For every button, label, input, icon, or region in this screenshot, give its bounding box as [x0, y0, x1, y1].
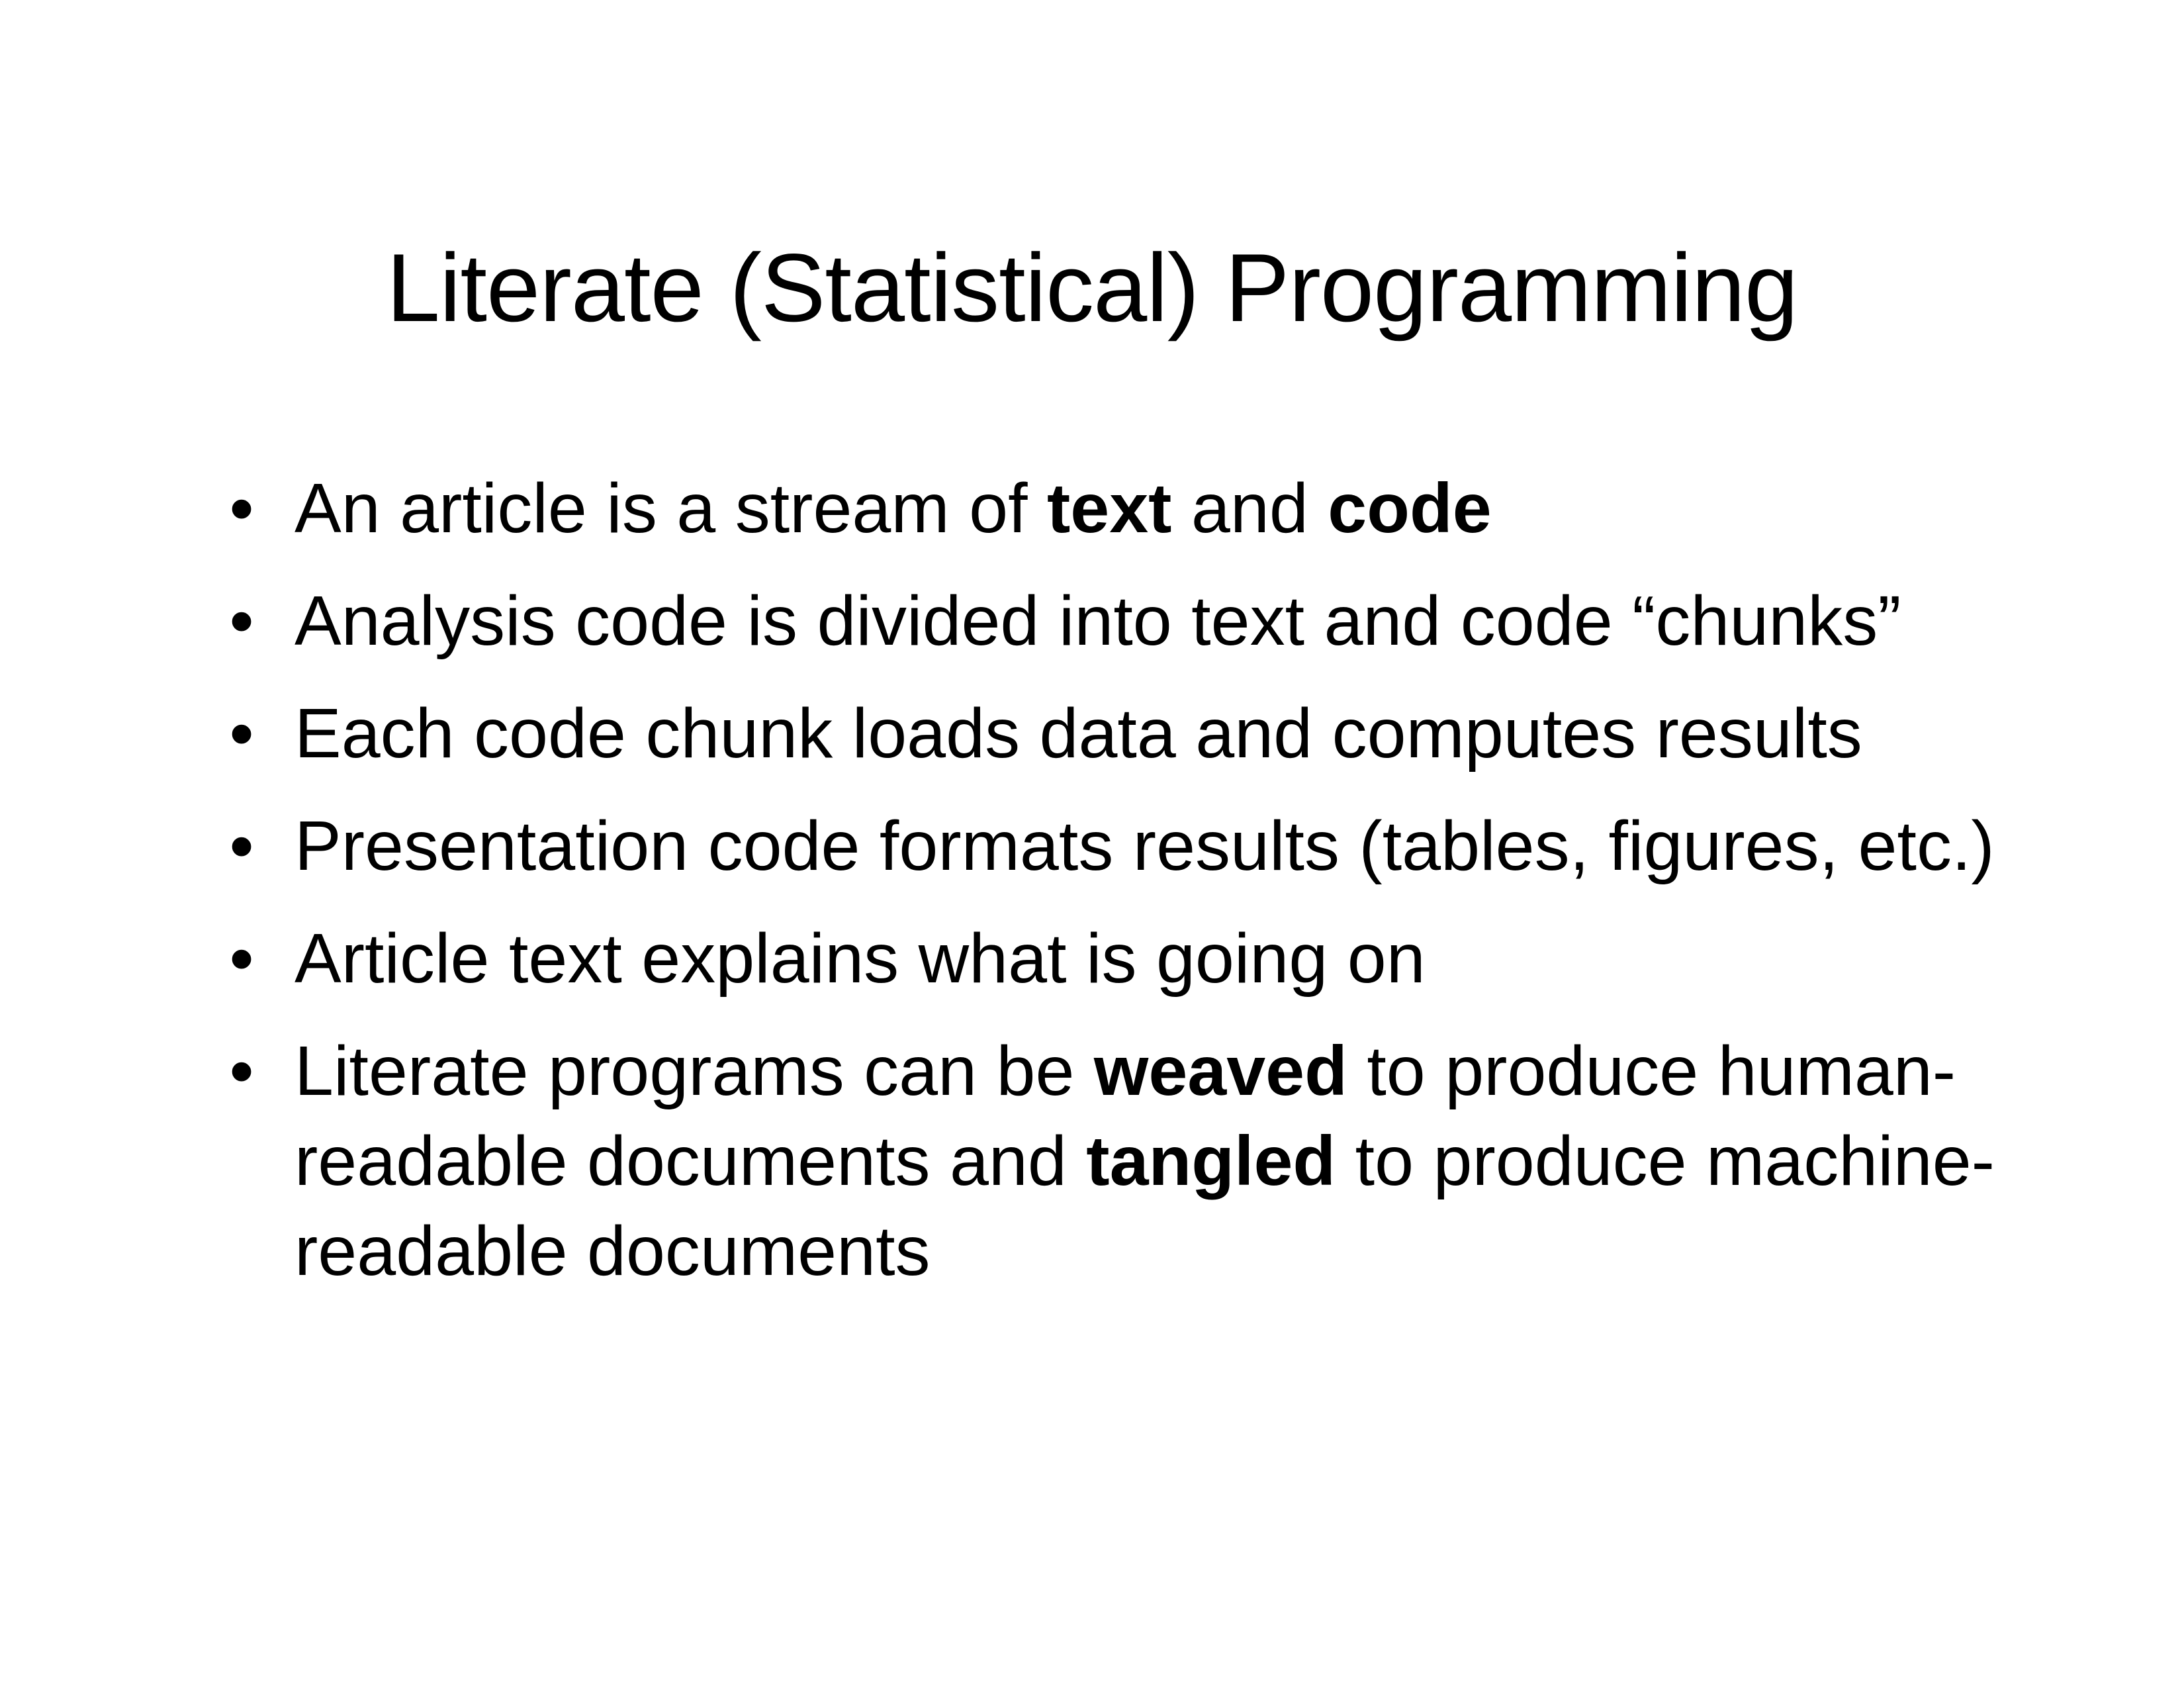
bullet-item: • Analysis code is divided into text and… [229, 576, 2015, 666]
bullet-text-part: Presentation code formats results (table… [295, 807, 1995, 885]
bullet-marker: • [229, 582, 254, 660]
bullet-text-part: Each code chunk loads data and computes … [295, 694, 1862, 773]
bullet-item: • Literate programs can be weaved to pro… [229, 1026, 2015, 1296]
bullet-item: • An article is a stream of text and cod… [229, 463, 2015, 553]
slide: Literate (Statistical) Programming • An … [0, 0, 2184, 1688]
bullet-marker: • [229, 1032, 254, 1110]
bullet-text-part: and [1171, 469, 1328, 547]
bullet-text-bold: code [1328, 469, 1492, 547]
slide-title: Literate (Statistical) Programming [386, 234, 1798, 342]
bullet-list: • An article is a stream of text and cod… [229, 463, 2015, 1319]
bullet-marker: • [229, 807, 254, 885]
bullet-item: • Each code chunk loads data and compute… [229, 688, 2015, 778]
bullet-text-bold: weaved [1093, 1032, 1347, 1110]
bullet-text-part: Analysis code is divided into text and c… [295, 582, 1901, 660]
bullet-marker: • [229, 919, 254, 998]
bullet-marker: • [229, 694, 254, 773]
bullet-item: • Presentation code formats results (tab… [229, 801, 2015, 891]
bullet-text-part: Literate programs can be [295, 1032, 1094, 1110]
bullet-text-bold: text [1046, 469, 1172, 547]
bullet-text-part: Article text explains what is going on [295, 919, 1426, 998]
bullet-text-bold: tangled [1086, 1122, 1336, 1200]
bullet-item: • Article text explains what is going on [229, 914, 2015, 1004]
bullet-marker: • [229, 469, 254, 547]
bullet-text-part: An article is a stream of [295, 469, 1047, 547]
